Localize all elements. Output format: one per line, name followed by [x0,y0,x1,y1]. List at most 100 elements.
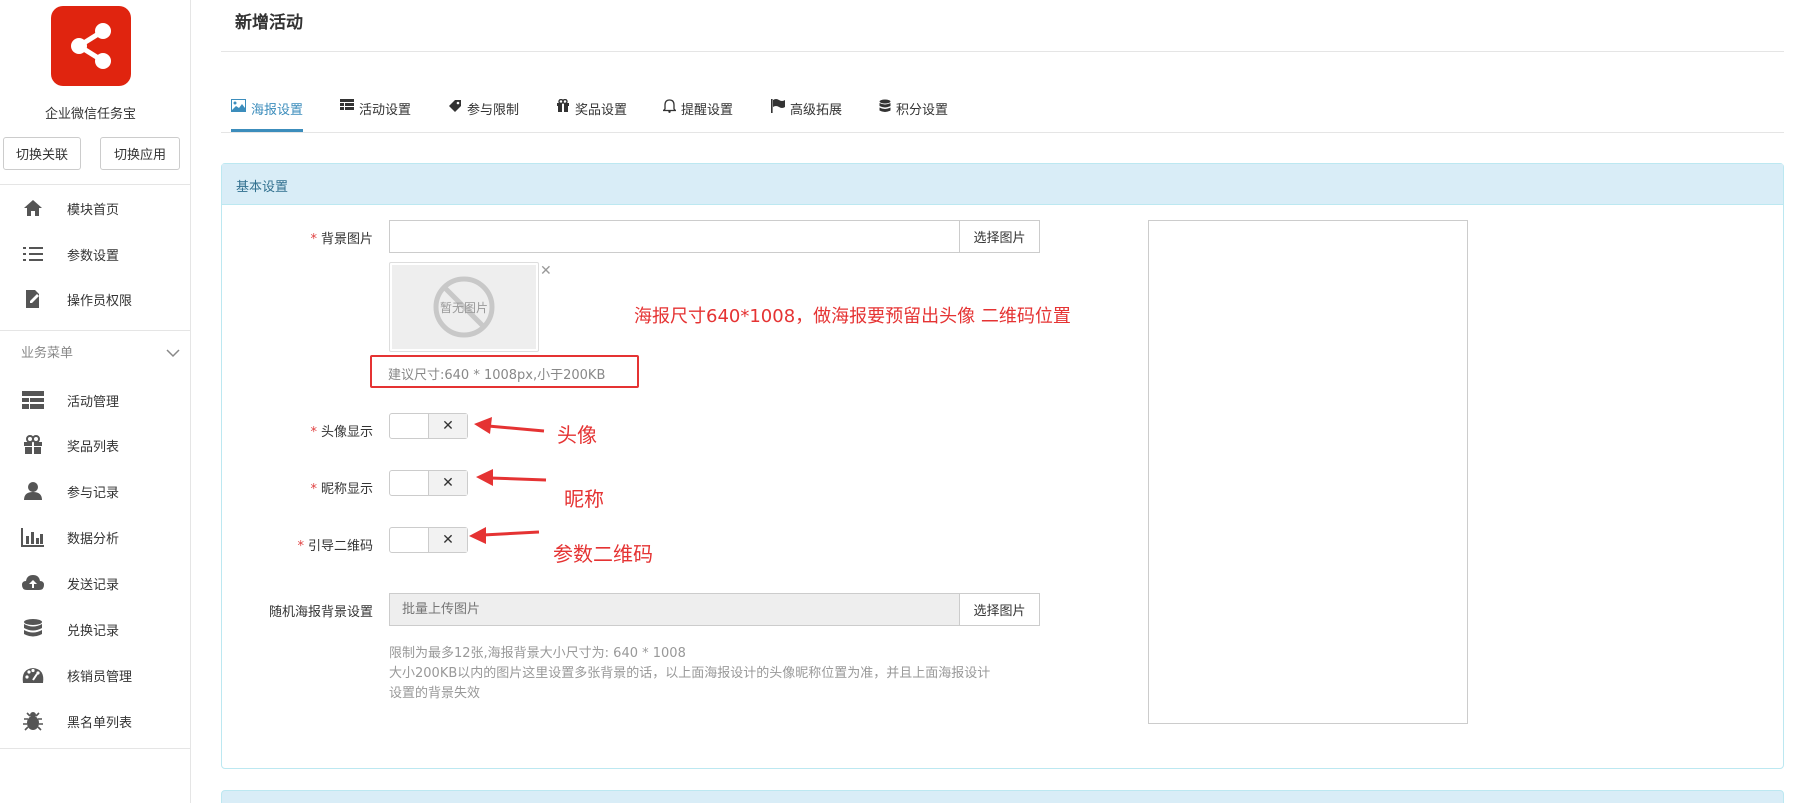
sidebar-item-label: 模块首页 [67,202,120,218]
random-bg-select-button[interactable]: 选择图片 [959,593,1040,626]
tab-advanced-extensions[interactable]: 高级拓展 [771,92,842,132]
sidebar-item-home[interactable]: 模块首页 [0,190,190,226]
bg-image-size-hint: 建议尺寸:640 * 1008px,小于200KB [388,368,606,383]
sidebar-item-label: 发送记录 [67,577,120,593]
qrcode-annotation: 参数二维码 [553,542,653,566]
sidebar-item-label: 数据分析 [67,531,120,547]
guide-qrcode-label-text: 引导二维码 [307,539,373,554]
sidebar-item-params[interactable]: 参数设置 [0,236,190,272]
edit-file-icon [20,287,46,311]
guide-qrcode-toggle[interactable]: ✕ [389,527,468,553]
avatar-annotation: 头像 [557,423,597,447]
sidebar-item-redeem-log[interactable]: 兑换记录 [0,611,190,647]
bg-image-input[interactable] [389,220,959,253]
database-icon [20,617,46,641]
required-mark: * [310,232,317,247]
chevron-down-icon[interactable] [166,343,180,362]
bar-chart-icon [20,525,46,549]
switch-app-button[interactable]: 切换应用 [100,137,180,170]
tab-points-settings[interactable]: 积分设置 [879,92,948,132]
share-icon [71,23,111,69]
business-menu-label: 业务菜单 [21,346,74,361]
avatar-display-toggle[interactable]: ✕ [389,413,468,439]
nickname-display-toggle[interactable]: ✕ [389,470,468,496]
bug-icon [20,709,46,733]
app-name: 企业微信任务宝 [44,107,136,122]
sidebar-item-activity[interactable]: 活动管理 [0,382,190,418]
image-icon [231,99,246,116]
random-bg-field: 选择图片 [389,593,1040,626]
toggle-off-icon: ✕ [428,471,467,495]
poster-preview-area [1148,220,1468,724]
sidebar-item-label: 兑换记录 [67,623,120,639]
tabs-divider [221,132,1784,133]
title-divider [221,51,1784,52]
tab-prize-settings[interactable]: 奖品设置 [556,92,627,132]
arrow-left-icon [476,469,547,486]
nickname-display-label: * 昵称显示 [280,478,373,497]
sidebar-item-label: 参数设置 [67,248,120,264]
random-bg-label: 随机海报背景设置 [268,605,373,620]
panel-header: 基本设置 [222,164,1783,205]
cloud-upload-icon [20,571,46,595]
toggle-off-icon: ✕ [428,528,467,552]
database-icon [879,99,891,117]
no-image-placeholder: 暂无图片 [432,275,496,339]
remove-image-close-icon[interactable]: ✕ [540,263,552,279]
sidebar: 企业微信任务宝 切换关联 切换应用 模块首页 参数设置 操作员权限 业务菜单 活… [0,0,191,803]
sidebar-item-participation[interactable]: 参与记录 [0,473,190,509]
dashboard-icon [20,663,46,687]
tab-label: 积分设置 [896,103,949,118]
random-bg-help-line-3: 设置的背景失效 [389,686,481,701]
sidebar-item-label: 活动管理 [67,394,120,410]
sidebar-item-label: 操作员权限 [67,293,133,309]
bg-image-select-button[interactable]: 选择图片 [959,220,1040,253]
tab-label: 提醒设置 [681,103,734,118]
page-root: 企业微信任务宝 切换关联 切换应用 模块首页 参数设置 操作员权限 业务菜单 活… [0,0,1817,803]
tab-reminder-settings[interactable]: 提醒设置 [661,92,734,132]
panel-title: 基本设置 [236,180,289,195]
sidebar-divider [0,330,190,331]
sidebar-item-prizes[interactable]: 奖品列表 [0,427,190,463]
bg-image-label-text: 背景图片 [320,232,373,247]
tab-poster-settings[interactable]: 海报设置 [231,92,304,132]
sidebar-item-label: 黑名单列表 [67,715,133,731]
flag-icon [771,99,785,117]
arrow-left-icon [474,417,545,434]
poster-size-annotation: 海报尺寸640*1008，做海报要预留出头像 二维码位置 [634,306,1071,327]
sidebar-item-operator[interactable]: 操作员权限 [0,281,190,317]
tab-participation-limits[interactable]: 参与限制 [448,92,519,132]
required-mark: * [297,539,304,554]
tab-label: 高级拓展 [790,103,843,118]
sidebar-item-send-log[interactable]: 发送记录 [0,565,190,601]
page-title: 新增活动 [235,13,303,33]
table-icon [20,388,46,412]
sidebar-item-analytics[interactable]: 数据分析 [0,519,190,555]
sidebar-item-label: 参与记录 [67,485,120,501]
bg-image-field: 选择图片 [389,220,1040,253]
user-icon [20,479,46,503]
nickname-display-label-text: 昵称显示 [320,482,373,497]
required-mark: * [310,425,317,440]
no-image-text: 暂无图片 [439,301,488,315]
avatar-display-label-text: 头像显示 [320,425,373,440]
switch-link-button[interactable]: 切换关联 [3,137,81,170]
required-mark: * [310,482,317,497]
sidebar-item-verifier[interactable]: 核销员管理 [0,657,190,693]
random-bg-help-line-2: 大小200KB以内的图片这里设置多张背景的话，以上面海报设计的头像昵称位置为准，… [389,666,991,681]
sidebar-divider [0,184,190,185]
random-bg-input[interactable] [389,593,959,626]
app-logo[interactable] [51,6,131,86]
sidebar-divider [0,748,190,749]
guide-qrcode-label: * 引导二维码 [270,535,373,554]
sidebar-item-label: 奖品列表 [67,439,120,455]
list-icon [20,242,46,266]
sidebar-item-blacklist[interactable]: 黑名单列表 [0,703,190,739]
next-panel-header [221,790,1784,803]
bg-image-thumbnail: 暂无图片 [389,262,539,352]
tab-activity-settings[interactable]: 活动设置 [340,92,411,132]
tab-label: 活动设置 [359,103,412,118]
gift-icon [556,98,570,116]
nickname-annotation: 昵称 [564,487,604,511]
bell-icon [661,99,678,117]
